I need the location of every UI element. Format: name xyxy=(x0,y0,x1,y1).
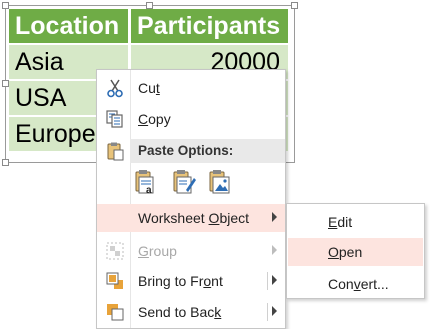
resize-handle-top[interactable] xyxy=(146,2,153,9)
menu-item-group[interactable]: Group xyxy=(97,237,285,265)
submenu-item-label: Open xyxy=(328,244,363,260)
resize-handle-left[interactable] xyxy=(2,80,9,87)
split-divider xyxy=(267,272,268,290)
worksheet-object-submenu: Edit Open Convert... xyxy=(286,203,425,299)
submenu-item-open[interactable]: Open xyxy=(288,238,423,266)
menu-item-copy[interactable]: Copy xyxy=(97,105,285,133)
bring-to-front-icon xyxy=(105,271,125,291)
paste-keep-text-icon[interactable]: a xyxy=(134,168,160,196)
menu-item-label: Group xyxy=(138,243,177,259)
column-header-participants: Participants xyxy=(131,9,291,45)
split-divider xyxy=(267,303,268,321)
column-header-location: Location xyxy=(9,9,131,45)
chevron-right-icon xyxy=(272,245,277,255)
copy-icon xyxy=(105,109,125,129)
send-to-back-icon xyxy=(105,302,125,322)
menu-item-send-to-back[interactable]: Send to Back xyxy=(97,298,285,326)
scissors-icon xyxy=(105,78,125,98)
paste-picture-icon[interactable] xyxy=(208,168,234,196)
submenu-item-label: Convert... xyxy=(328,276,389,292)
submenu-item-label: Edit xyxy=(328,214,353,230)
menu-item-label: Cut xyxy=(138,80,160,96)
chevron-right-icon[interactable] xyxy=(272,306,277,316)
resize-handle-top-left[interactable] xyxy=(2,2,9,9)
chevron-right-icon xyxy=(272,212,277,222)
chevron-right-icon[interactable] xyxy=(272,275,277,285)
menu-item-label: Send to Back xyxy=(138,304,222,320)
clipboard-icon xyxy=(105,141,125,161)
menu-item-bring-to-front[interactable]: Bring to Front xyxy=(97,267,285,295)
submenu-item-convert[interactable]: Convert... xyxy=(288,270,423,298)
menu-item-label: Bring to Front xyxy=(138,273,223,289)
resize-handle-bottom-left[interactable] xyxy=(2,159,9,166)
context-menu: Cut Copy Paste Options: a Worksheet Obje… xyxy=(96,69,286,329)
table-header-row: Location Participants xyxy=(9,9,291,45)
group-icon xyxy=(105,241,125,261)
resize-handle-top-right[interactable] xyxy=(291,2,298,9)
paste-use-destination-icon[interactable] xyxy=(172,168,198,196)
svg-text:a: a xyxy=(146,185,152,196)
submenu-item-edit[interactable]: Edit xyxy=(288,208,423,236)
menu-item-worksheet-object[interactable]: Worksheet Object xyxy=(97,204,285,232)
menu-item-label: Copy xyxy=(138,111,171,127)
paste-options-header: Paste Options: xyxy=(130,139,285,163)
menu-item-cut[interactable]: Cut xyxy=(97,74,285,102)
menu-item-label: Worksheet Object xyxy=(138,210,250,226)
paste-options-label: Paste Options: xyxy=(138,143,234,158)
